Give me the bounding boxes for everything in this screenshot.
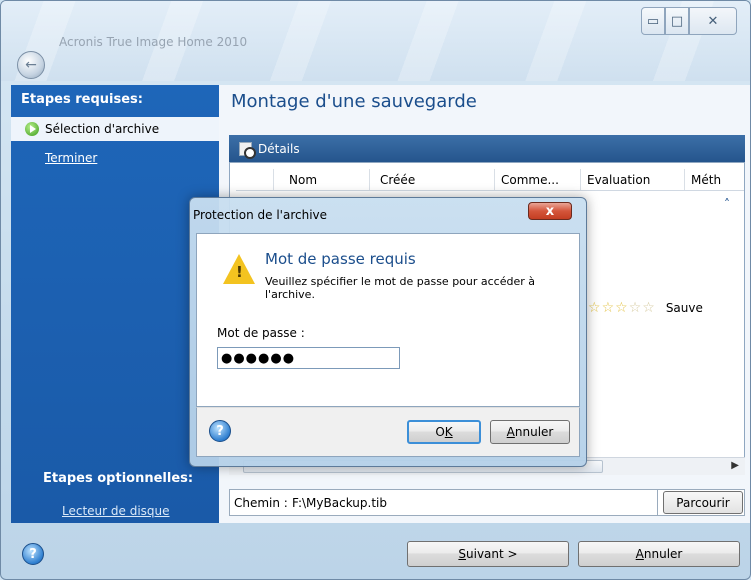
green-arrow-icon	[25, 122, 39, 136]
password-dialog: Protection de l'archive x Mot de passe r…	[189, 197, 587, 467]
help-icon[interactable]: ?	[22, 543, 44, 565]
dialog-cancel-label: nnuler	[514, 425, 554, 439]
sidebar-step-label: Sélection d'archive	[45, 122, 160, 136]
column-header-comment[interactable]: Comme...	[495, 169, 581, 190]
help-icon[interactable]: ?	[209, 420, 231, 442]
column-header-blank[interactable]	[236, 169, 274, 190]
password-field[interactable]	[217, 347, 400, 369]
ok-label-prefix: O	[435, 425, 445, 439]
required-steps-heading: Etapes requises:	[21, 92, 143, 107]
minimize-button[interactable]: ▭	[641, 7, 665, 35]
path-divider	[657, 490, 658, 516]
cancel-label: nnuler	[643, 547, 683, 561]
collapse-chevron-icon[interactable]: ˄	[724, 197, 730, 211]
sidebar-step-disk-drive[interactable]: Lecteur de disque	[62, 504, 170, 518]
dialog-close-button[interactable]: x	[528, 202, 572, 220]
next-button[interactable]: Suivant >	[407, 541, 569, 567]
next-label: uivant >	[466, 547, 518, 561]
dialog-footer: ? OK Annuler	[196, 407, 580, 457]
details-header[interactable]: Détails	[229, 135, 745, 162]
magnifier-icon	[239, 141, 256, 159]
table-row[interactable]: ☆☆☆☆☆ Sauve	[588, 300, 703, 316]
dialog-body: Mot de passe requis Veuillez spécifier l…	[196, 233, 580, 407]
password-label: Mot de passe :	[217, 326, 305, 340]
path-input[interactable]	[292, 493, 712, 513]
dialog-cancel-mnemonic: A	[506, 425, 515, 439]
column-header-method[interactable]: Méth	[685, 169, 744, 190]
column-header-rating[interactable]: Evaluation	[581, 169, 685, 190]
dialog-heading: Mot de passe requis	[265, 250, 416, 268]
page-title: Montage d'une sauvegarde	[231, 91, 477, 112]
browse-button[interactable]: Parcourir	[663, 491, 743, 514]
details-label: Détails	[258, 141, 300, 156]
dialog-message: Veuillez spécifier le mot de passe pour …	[265, 275, 536, 301]
wizard-sidebar: Etapes requises: Sélection d'archive Ter…	[11, 85, 219, 523]
sidebar-step-finish[interactable]: Terminer	[45, 151, 97, 165]
ok-mnemonic: K	[444, 425, 453, 439]
star-icon: ☆	[601, 300, 615, 316]
back-arrow-icon[interactable]: ←	[17, 51, 45, 79]
column-header-name[interactable]: Nom	[274, 169, 370, 190]
path-label: Chemin :	[234, 496, 288, 510]
rating-stars: ☆☆☆☆☆	[588, 300, 656, 316]
cancel-mnemonic: A	[635, 547, 644, 561]
footer-bar: ? Suivant > Annuler	[1, 527, 750, 579]
window-title: Acronis True Image Home 2010	[59, 35, 248, 49]
path-row: Chemin : Parcourir	[229, 489, 745, 516]
warning-icon	[223, 254, 255, 284]
star-icon: ☆	[615, 300, 628, 316]
app-window: Acronis True Image Home 2010 ← ▭ □ ✕ Eta…	[0, 0, 751, 580]
dialog-cancel-button[interactable]: Annuler	[490, 420, 570, 444]
scroll-right-icon[interactable]: ▶	[731, 460, 739, 471]
dialog-title: Protection de l'archive	[193, 208, 328, 222]
table-header: Nom Créée Comme... Evaluation Méth	[236, 169, 744, 191]
cancel-button[interactable]: Annuler	[578, 541, 740, 567]
sidebar-step-archive-selection[interactable]: Sélection d'archive	[11, 117, 219, 141]
column-header-created[interactable]: Créée	[370, 169, 495, 190]
optional-steps-heading: Etapes optionnelles:	[43, 471, 194, 486]
star-empty-icon: ☆	[628, 300, 642, 316]
maximize-button[interactable]: □	[665, 7, 689, 35]
star-icon: ☆	[588, 300, 601, 316]
row-method-cell: Sauve	[665, 301, 703, 315]
next-mnemonic: S	[458, 547, 467, 561]
ok-button[interactable]: OK	[407, 420, 481, 444]
star-empty-icon: ☆	[642, 300, 655, 316]
close-window-button[interactable]: ✕	[689, 7, 737, 35]
